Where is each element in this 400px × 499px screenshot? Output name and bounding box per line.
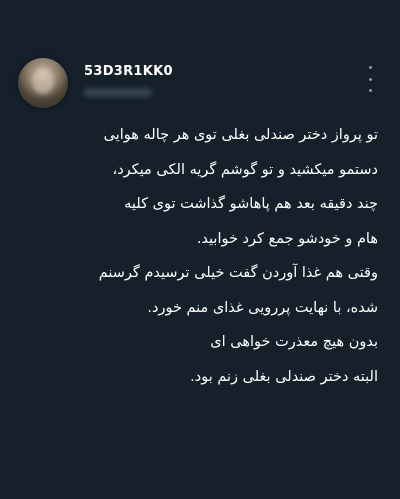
blurred-handle	[84, 88, 152, 97]
tweet-line: بدون هیچ معذرت خواهی ای	[210, 334, 378, 350]
tweet-line: چند دقیقه بعد هم پاهاشو گذاشت توی کلیه	[124, 196, 378, 212]
more-dot	[368, 77, 372, 81]
tweet-line: هام و خودشو جمع کرد خوابید.	[196, 230, 378, 247]
avatar-face	[32, 68, 54, 94]
avatar[interactable]	[18, 58, 68, 108]
tweet-line: البته دختر صندلی بغلی زنم بود.	[190, 368, 378, 385]
more-dot	[368, 89, 372, 92]
tweet-line: دستمو میکشید و تو گوشم گریه الکی میکرد،	[112, 161, 378, 178]
more-vertical-icon[interactable]	[362, 66, 378, 92]
display-name[interactable]: 53D3R1KK0	[84, 64, 173, 79]
tweet-text: تو پرواز دختر صندلی بغلی توی هر چاله هوا…	[16, 118, 378, 394]
tweet-line: وقتی هم غذا آوردن گفت خیلی ترسیدم گرسنم	[98, 265, 378, 281]
more-dot	[368, 66, 372, 69]
tweet-line: تو پرواز دختر صندلی بغلی توی هر چاله هوا…	[103, 127, 378, 143]
tweet-line: شده، با نهایت پررویی غذای منم خورد.	[147, 299, 378, 316]
tweet-card: 53D3R1KK0 تو پرواز دختر صندلی بغلی توی ه…	[0, 0, 400, 499]
